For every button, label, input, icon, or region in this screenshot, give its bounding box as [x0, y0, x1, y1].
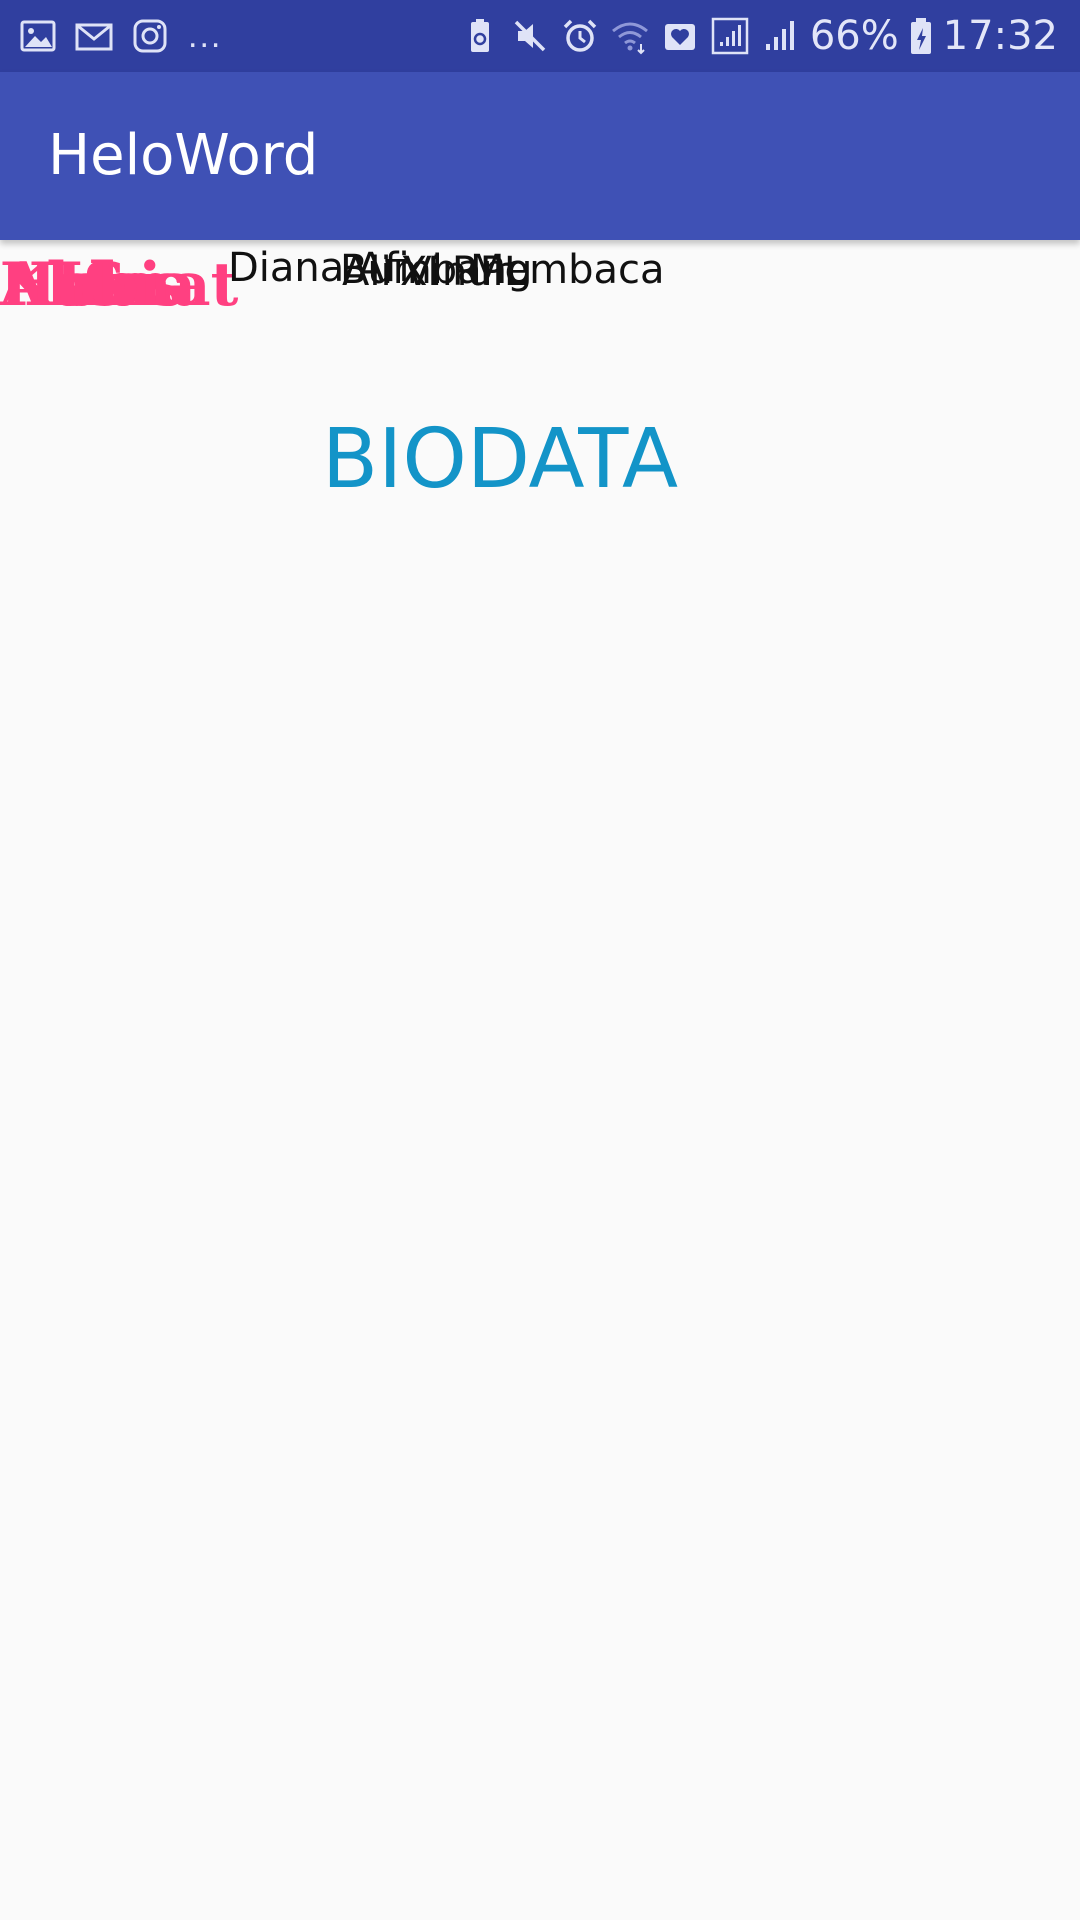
value-hobi: Membaca — [470, 247, 665, 293]
signal-icon — [760, 16, 800, 56]
clock: 17:32 — [942, 13, 1058, 59]
label-hobi: Hobi — [0, 250, 162, 320]
battery-percent: 66% — [809, 13, 899, 59]
more-notifications: ... — [188, 17, 223, 55]
battery-icon — [909, 16, 933, 56]
biodata-heading: BIODATA — [321, 412, 679, 507]
alarm-icon — [560, 16, 600, 56]
instagram-icon — [130, 16, 170, 56]
app-title: HeloWord — [48, 123, 319, 188]
system-icons: 66% 17:32 — [460, 12, 1058, 60]
signal-box-icon — [710, 16, 750, 56]
health-icon — [660, 16, 700, 56]
app-bar: HeloWord — [0, 72, 1080, 240]
battery-saver-icon — [460, 16, 500, 56]
status-bar: ... 66% 17:32 — [0, 0, 1080, 72]
gallery-icon — [18, 16, 58, 56]
mute-icon — [510, 16, 550, 56]
wifi-icon — [610, 16, 650, 56]
gmail-icon — [74, 16, 114, 56]
notification-icons: ... — [18, 14, 222, 58]
